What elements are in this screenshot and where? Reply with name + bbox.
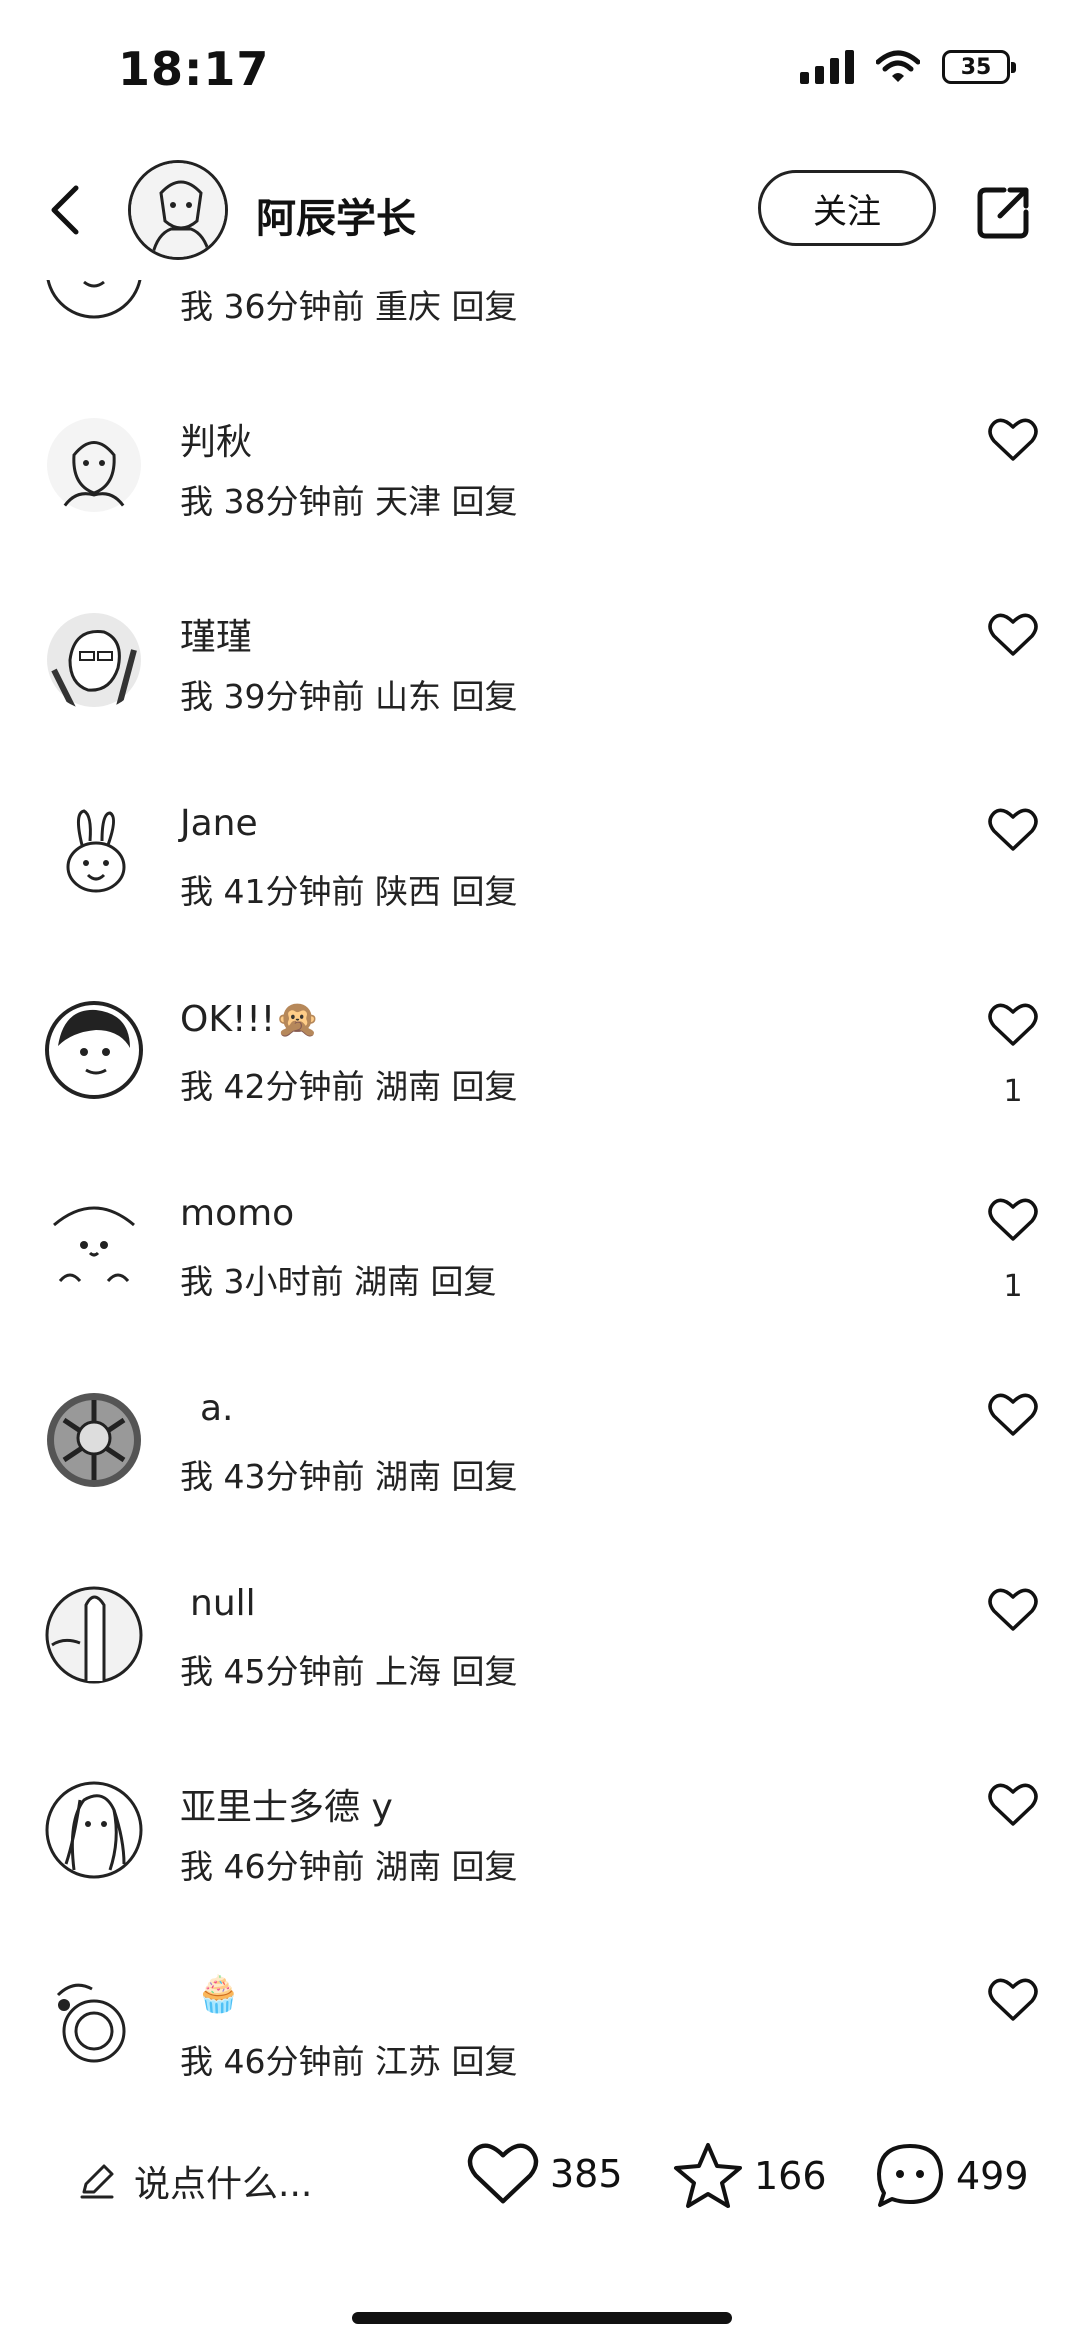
comment-item[interactable]: 亚里士多德 y 我 46分钟前 湖南 回复 (0, 1780, 1080, 1975)
comment-meta[interactable]: 我 36分钟前 重庆 回复 (180, 280, 517, 328)
comment-username[interactable]: 瑾瑾 (180, 608, 252, 660)
follow-button[interactable]: 关注 (758, 170, 936, 246)
home-indicator[interactable] (352, 2312, 732, 2324)
user-avatar[interactable] (44, 1975, 144, 2075)
comment-item[interactable]: 🧁 我 46分钟前 江苏 回复 (0, 1973, 1080, 2105)
user-avatar[interactable] (44, 1585, 144, 1685)
comment-username[interactable]: 亚里士多德 y (180, 1778, 393, 1830)
comment-meta[interactable]: 我 41分钟前 陕西 回复 (180, 865, 517, 913)
comment-meta[interactable]: 我 46分钟前 湖南 回复 (180, 1840, 517, 1888)
like-count: 385 (550, 2152, 623, 2196)
comment-item[interactable]: null 我 45分钟前 上海 回复 (0, 1583, 1080, 1780)
comment-username[interactable]: a. (200, 1388, 234, 1429)
comment-meta[interactable]: 我 38分钟前 天津 回复 (180, 475, 517, 523)
user-avatar[interactable] (44, 805, 144, 905)
star-icon (674, 2143, 742, 2208)
author-avatar[interactable] (128, 160, 228, 260)
comment-like-count: 1 (1003, 1074, 1023, 1109)
comment-item[interactable]: 我 36分钟前 重庆 回复 (0, 280, 1080, 415)
comment-username[interactable]: 判秋 (180, 413, 252, 465)
comment-username[interactable]: momo (180, 1193, 294, 1234)
status-bar: 18:17 35 (0, 0, 1080, 140)
user-avatar[interactable] (44, 1000, 144, 1100)
status-time: 18:17 (118, 42, 270, 96)
user-avatar[interactable] (44, 1195, 144, 1295)
bottom-action-bar: 说点什么... 385 166 499 (0, 2105, 1080, 2337)
collect-count: 166 (754, 2154, 827, 2198)
comment-item[interactable]: OK!!!🙊 我 42分钟前 湖南 回复 1 (0, 998, 1080, 1195)
comment-item[interactable]: 判秋 我 38分钟前 天津 回复 (0, 415, 1080, 610)
comment-item[interactable]: Jane 我 41分钟前 陕西 回复 (0, 803, 1080, 1000)
heart-icon (467, 2143, 539, 2204)
comment-list[interactable]: 我 36分钟前 重庆 回复 判秋 我 38分钟前 天津 回复 瑾瑾 我 39分钟… (0, 280, 1080, 2105)
battery-level: 35 (960, 54, 992, 80)
share-icon[interactable] (974, 182, 1034, 242)
wifi-icon (876, 50, 920, 82)
heart-icon[interactable] (988, 1197, 1038, 1243)
comment-item[interactable]: 瑾瑾 我 39分钟前 山东 回复 (0, 610, 1080, 805)
comment-button[interactable]: 499 (874, 2141, 1029, 2211)
comment-count: 499 (956, 2154, 1029, 2198)
pencil-icon (80, 2164, 114, 2199)
heart-icon[interactable] (988, 807, 1038, 853)
comment-meta[interactable]: 我 43分钟前 湖南 回复 (180, 1450, 517, 1498)
comment-meta[interactable]: 我 39分钟前 山东 回复 (180, 670, 517, 718)
heart-icon[interactable] (988, 1782, 1038, 1828)
user-avatar[interactable] (44, 1780, 144, 1880)
comment-username[interactable]: OK!!!🙊 (180, 998, 320, 1040)
heart-icon[interactable] (988, 612, 1038, 658)
author-name[interactable]: 阿辰学长 (256, 186, 416, 244)
comment-meta[interactable]: 我 42分钟前 湖南 回复 (180, 1060, 517, 1108)
status-icons: 35 (800, 50, 1016, 84)
comment-item[interactable]: a. 我 43分钟前 湖南 回复 (0, 1388, 1080, 1585)
comment-username[interactable]: 🧁 (196, 1973, 241, 2015)
comment-item[interactable]: momo 我 3小时前 湖南 回复 1 (0, 1193, 1080, 1390)
signal-icon (800, 50, 854, 84)
post-header: 阿辰学长 关注 (0, 150, 1080, 270)
comment-input[interactable]: 说点什么... (78, 2155, 312, 2207)
collect-button[interactable]: 166 (672, 2141, 827, 2211)
heart-icon[interactable] (988, 417, 1038, 463)
heart-icon[interactable] (988, 1977, 1038, 2023)
comment-meta[interactable]: 我 45分钟前 上海 回复 (180, 1645, 517, 1693)
heart-icon[interactable] (988, 1392, 1038, 1438)
user-avatar[interactable] (44, 1390, 144, 1490)
comment-username[interactable]: Jane (180, 803, 258, 844)
comment-meta[interactable]: 我 3小时前 湖南 回复 (180, 1255, 496, 1303)
like-button[interactable]: 385 (466, 2141, 623, 2207)
comment-meta[interactable]: 我 46分钟前 江苏 回复 (180, 2035, 517, 2083)
user-avatar[interactable] (44, 280, 144, 320)
heart-icon[interactable] (988, 1587, 1038, 1633)
heart-icon[interactable] (988, 1002, 1038, 1048)
comment-like-count: 1 (1003, 1269, 1023, 1304)
comment-input-placeholder: 说点什么... (134, 2164, 313, 2205)
user-avatar[interactable] (44, 415, 144, 515)
comment-icon (877, 2144, 943, 2207)
battery-icon: 35 (942, 50, 1016, 84)
comment-username[interactable]: null (190, 1583, 256, 1624)
user-avatar[interactable] (44, 610, 144, 710)
back-icon[interactable] (40, 180, 100, 240)
